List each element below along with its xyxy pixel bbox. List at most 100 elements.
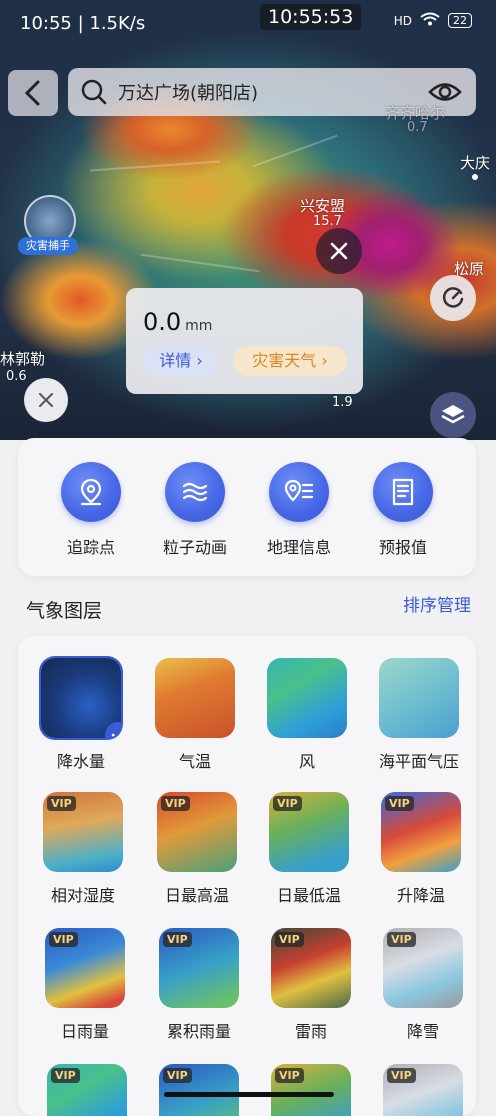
precip-popup: 0.0 mm 详情 › 灾害天气 › bbox=[126, 288, 363, 394]
precip-unit: mm bbox=[185, 318, 213, 334]
layer-tile-snowfall[interactable]: VIP 降雪 bbox=[366, 928, 476, 1042]
severe-weather-button[interactable]: 灾害天气 › bbox=[233, 346, 347, 376]
layer-tile-daily-min-temp[interactable]: VIP 日最低温 bbox=[252, 792, 366, 906]
weather-map[interactable]: 10:55 | 1.5K/s 10:55:53 HD 22 万达广场(朝阳店) … bbox=[0, 0, 496, 440]
back-button[interactable] bbox=[8, 70, 58, 116]
layer-label: 海平面气压 bbox=[378, 752, 459, 771]
temperature-thumbnail bbox=[155, 658, 235, 738]
city-label: 兴安盟 bbox=[300, 197, 346, 215]
status-time: 10:55 | 1.5K/s bbox=[20, 13, 146, 34]
disaster-catcher-label: 灾害捕手 bbox=[18, 237, 78, 255]
tool-forecast-value[interactable]: 预报值 bbox=[358, 462, 448, 558]
close-marker-button[interactable] bbox=[316, 228, 362, 274]
refresh-button[interactable] bbox=[430, 275, 476, 321]
wind-thumbnail bbox=[267, 658, 347, 738]
layer-tile-thunderstorm[interactable]: VIP 雷雨 bbox=[254, 928, 368, 1042]
precipitation-thumbnail bbox=[41, 658, 121, 738]
thunderstorm-thumbnail: VIP bbox=[271, 928, 351, 1008]
pressure-thumbnail bbox=[379, 658, 459, 738]
map-border-line bbox=[140, 253, 260, 273]
daily-rain-thumbnail: VIP bbox=[45, 928, 125, 1008]
wind-waves-icon bbox=[165, 462, 225, 522]
layer-label: 降水量 bbox=[56, 752, 105, 771]
layer-tile-more[interactable]: VIP bbox=[30, 1064, 144, 1116]
search-icon bbox=[81, 79, 107, 105]
map-border-line bbox=[90, 160, 220, 172]
layer-label: 降雪 bbox=[406, 1022, 439, 1041]
layer-tile-more[interactable]: VIP bbox=[142, 1064, 256, 1116]
layer-label: 气温 bbox=[178, 752, 211, 771]
tool-particle-animation[interactable]: 粒子动画 bbox=[150, 462, 240, 558]
detail-button[interactable]: 详情 › bbox=[143, 346, 219, 376]
layer-tile-temperature[interactable]: 气温 bbox=[138, 658, 252, 772]
layer-label: 日雨量 bbox=[60, 1022, 109, 1041]
layer-label: 雷雨 bbox=[294, 1022, 327, 1041]
accumulated-rain-thumbnail: VIP bbox=[159, 928, 239, 1008]
layer-tile-wind[interactable]: 风 bbox=[250, 658, 364, 772]
layer-tile-more[interactable]: VIP bbox=[254, 1064, 368, 1116]
layer-label: 日最高温 bbox=[164, 886, 229, 905]
vip-badge: VIP bbox=[161, 796, 190, 811]
precip-value: 0.0 mm bbox=[143, 308, 212, 336]
sort-management-link[interactable]: 排序管理 bbox=[403, 591, 471, 616]
hd-icon: HD bbox=[393, 13, 412, 28]
status-icons: HD 22 bbox=[394, 12, 472, 29]
tool-geo-info[interactable]: 地理信息 bbox=[254, 462, 344, 558]
layer-tile-temp-change[interactable]: VIP 升降温 bbox=[364, 792, 476, 906]
layer-label: 累积雨量 bbox=[166, 1022, 231, 1041]
city-label: 大庆 bbox=[460, 154, 491, 172]
close-icon bbox=[330, 242, 348, 260]
close-icon bbox=[39, 393, 53, 407]
vip-badge: VIP bbox=[275, 932, 304, 947]
search-query: 万达广场(朝阳店) bbox=[118, 83, 259, 104]
forecast-doc-icon bbox=[373, 462, 433, 522]
vip-badge: VIP bbox=[47, 796, 76, 811]
tool-label: 追踪点 bbox=[66, 538, 115, 557]
vip-badge: VIP bbox=[49, 932, 78, 947]
layer-label: 相对湿度 bbox=[50, 886, 115, 905]
map-border-line bbox=[252, 134, 338, 168]
layer-thumbnail: VIP bbox=[383, 1064, 463, 1116]
temp-change-thumbnail: VIP bbox=[381, 792, 461, 872]
close-popup-button[interactable] bbox=[24, 378, 68, 422]
tool-label: 预报值 bbox=[378, 538, 427, 557]
tool-track-point[interactable]: 追踪点 bbox=[46, 462, 136, 558]
max-temp-thumbnail: VIP bbox=[157, 792, 237, 872]
layer-tile-sea-level-pressure[interactable]: 海平面气压 bbox=[362, 658, 476, 772]
city-label: 林郭勒 bbox=[0, 350, 46, 368]
vip-badge: VIP bbox=[387, 932, 416, 947]
layers-grid: 降水量 气温 风 海平面气压 VIP 相对湿度 VIP 日最高温 VIP 日最低… bbox=[18, 636, 476, 1116]
humidity-thumbnail: VIP bbox=[43, 792, 123, 872]
vip-badge: VIP bbox=[51, 1068, 80, 1083]
layer-tile-accumulated-rain[interactable]: VIP 累积雨量 bbox=[142, 928, 256, 1042]
vip-badge: VIP bbox=[273, 796, 302, 811]
min-temp-thumbnail: VIP bbox=[269, 792, 349, 872]
layer-thumbnail: VIP bbox=[47, 1064, 127, 1116]
wifi-icon bbox=[420, 12, 440, 29]
vip-badge: VIP bbox=[275, 1068, 304, 1083]
layer-thumbnail: VIP bbox=[159, 1064, 239, 1116]
tools-card: 追踪点 粒子动画 地理信息 预报值 bbox=[18, 438, 476, 576]
layer-tile-daily-max-temp[interactable]: VIP 日最高温 bbox=[140, 792, 254, 906]
layer-tile-daily-rain[interactable]: VIP 日雨量 bbox=[28, 928, 142, 1042]
city-value: 15.7 bbox=[313, 214, 342, 229]
geo-info-icon bbox=[269, 462, 329, 522]
layer-label: 日最低温 bbox=[276, 886, 341, 905]
layer-tile-precipitation[interactable]: 降水量 bbox=[24, 658, 138, 772]
tool-label: 粒子动画 bbox=[162, 538, 227, 557]
tool-label: 地理信息 bbox=[266, 538, 331, 557]
snowfall-thumbnail: VIP bbox=[383, 928, 463, 1008]
vip-badge: VIP bbox=[387, 1068, 416, 1083]
location-pin-icon bbox=[61, 462, 121, 522]
home-indicator[interactable] bbox=[164, 1092, 334, 1097]
city-value: 0.7 bbox=[407, 120, 428, 135]
layer-tile-more[interactable]: VIP bbox=[366, 1064, 476, 1116]
vip-badge: VIP bbox=[163, 1068, 192, 1083]
layer-tile-humidity[interactable]: VIP 相对湿度 bbox=[26, 792, 140, 906]
layers-button[interactable] bbox=[430, 392, 476, 438]
layer-thumbnail: VIP bbox=[271, 1064, 351, 1116]
disaster-catcher-button[interactable]: 灾害捕手 bbox=[18, 195, 80, 257]
vip-badge: VIP bbox=[163, 932, 192, 947]
layers-section-title: 气象图层 bbox=[26, 600, 103, 622]
vip-badge: VIP bbox=[385, 796, 414, 811]
